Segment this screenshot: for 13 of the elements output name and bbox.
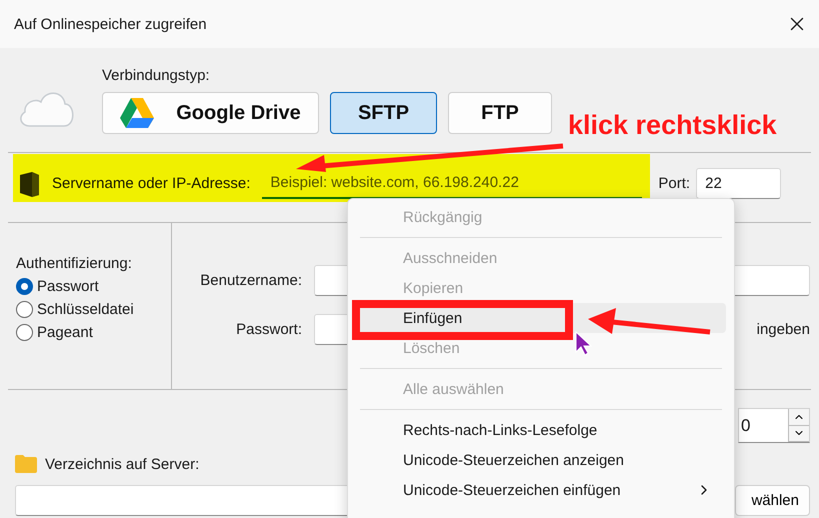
annotation-text: klick rechtsklick (568, 110, 777, 141)
window-title: Auf Onlinespeicher zugreifen (14, 16, 207, 32)
username-label: Benutzername: (199, 272, 303, 289)
radio-label: Passwort (37, 278, 99, 295)
radio-label: Pageant (37, 324, 93, 341)
password-label: Passwort: (235, 321, 303, 338)
directory-label: Verzeichnis auf Server: (45, 456, 200, 472)
server-label: Servername oder IP-Adresse: (52, 175, 250, 192)
port-label: Port: (658, 175, 690, 192)
auth-label: Authentifizierung: (16, 255, 133, 272)
radio-label: Schlüsseldatei (37, 301, 134, 318)
connection-type-label: Verbindungstyp: (102, 67, 211, 84)
password-option-text: ingeben (756, 321, 810, 338)
